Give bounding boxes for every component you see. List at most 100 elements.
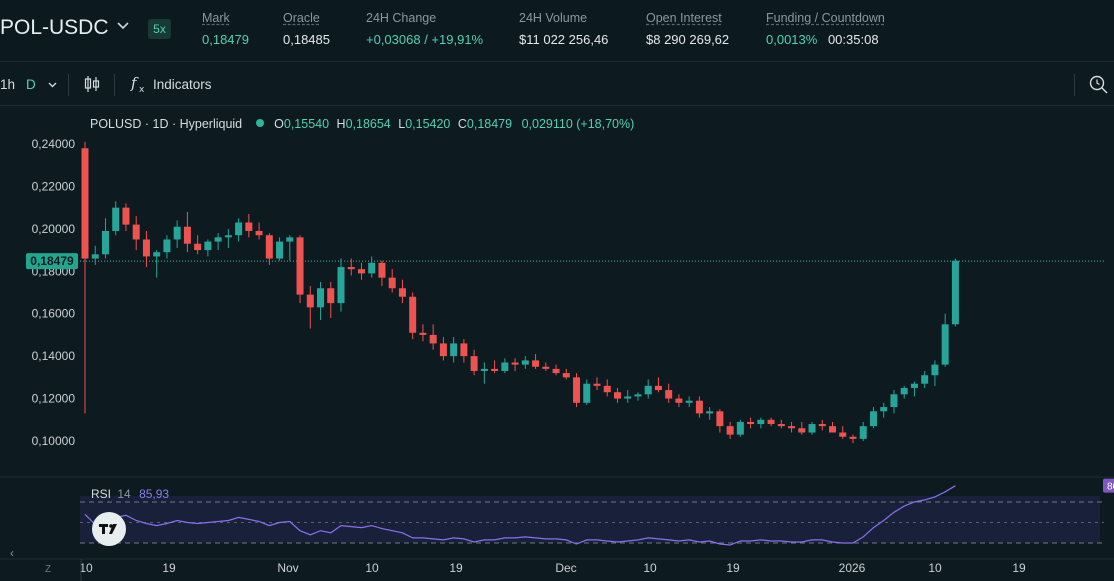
candle-body [101,230,109,255]
candle-body [122,207,130,225]
svg-text:f: f [130,74,139,92]
zoom-reset-icon[interactable] [1088,74,1108,97]
candle-body [491,368,499,371]
svg-text:x: x [139,85,145,94]
candle-body [81,148,89,259]
candle-body [265,235,273,259]
x-tick-label: Dec [555,561,576,575]
candle-body [470,356,478,371]
candle-body [409,296,417,333]
candle-body [767,419,775,425]
price-chart[interactable]: 0,240000,220000,200000,180000,160000,140… [0,106,1114,581]
candle-body [839,432,847,437]
candle-body [214,237,222,242]
rsi-value-tag: 86 [1107,482,1114,493]
candle-body [562,373,570,378]
candle-body [183,226,191,244]
candle-body [613,392,621,399]
toolbar-divider [114,74,115,96]
candle-body [388,277,396,289]
candle-body [818,424,826,427]
candle-body [644,385,652,395]
candle-body [583,383,591,403]
candle-body [788,426,796,429]
market-header: POL-USDC 5x Mark 0,18479 Oracle 0,18485 … [0,0,1114,62]
x-tick-label: 10 [928,561,942,575]
rsi-legend: RSI 14 85,93 [91,487,169,501]
toolbar-divider [68,74,69,96]
candle-body [224,235,232,238]
candle-style-icon[interactable] [84,75,100,96]
candle-body [368,262,376,274]
stat-24h-change: 24H Change +0,03068 / +19,91% [366,11,483,47]
scroll-left-icon[interactable]: ‹ [10,546,14,560]
candle-body [480,368,488,371]
stat-oracle: Oracle 0,18485 [283,11,330,47]
last-price-label: 0,18479 [30,254,74,268]
candle-body [869,411,877,427]
legend-low: 0,15420 [405,117,451,131]
stat-value: 0,18485 [283,32,330,47]
stat-label: Open Interest [646,11,722,25]
candle-body [849,436,857,439]
candle-body [951,260,959,325]
stat-label: 24H Change [366,11,437,25]
rsi-label: RSI [91,487,112,501]
tradingview-logo[interactable] [92,512,126,546]
candle-body [357,269,365,274]
candle-body [286,237,294,242]
legend-h-label: H [336,117,346,131]
candle-body [132,224,140,240]
x-tick-label: 19 [1012,561,1026,575]
candle-body [439,343,447,357]
candle-body [327,288,335,304]
candle-body [347,267,355,270]
legend-c-label: C [457,117,467,131]
candle-body [808,424,816,433]
indicators-fx-icon[interactable]: f x [130,74,148,97]
candle-body [245,222,253,231]
chart-legend: POLUSD · 1D · Hyperliquid O0,15540 H0,186… [90,117,634,131]
y-tick-label: 0,10000 [32,434,76,448]
candle-body [880,407,888,412]
candle-body [757,419,765,425]
candle-body [736,421,744,435]
x-tick-label: 10 [365,561,379,575]
candle-body [235,222,243,236]
y-tick-label: 0,14000 [32,349,76,363]
legend-high: 0,18654 [345,117,391,131]
x-tick-label: 19 [449,561,463,575]
candle-body [829,426,837,433]
indicators-button[interactable]: Indicators [153,77,212,92]
candle-body [173,226,181,240]
pair-name[interactable]: POL-USDC [0,16,109,40]
pair-selector-chevron-icon[interactable] [116,18,130,36]
candle-body [429,334,437,344]
stat-value: $8 290 269,62 [646,32,730,47]
candle-body [859,426,867,439]
candle-body [716,411,724,427]
candle-body [511,362,519,365]
candle-body [552,368,560,374]
candle-body [634,394,642,397]
candle-body [194,243,202,251]
interval-1h-button[interactable]: 1h [0,77,15,92]
timezone-icon[interactable]: Z [45,564,51,575]
stat-24h-volume: 24H Volume $11 022 256,46 [519,11,608,47]
candle-body [654,385,662,391]
candle-body [276,241,284,259]
leverage-badge[interactable]: 5x [148,19,171,39]
candle-body [501,362,509,371]
interval-chevron-icon[interactable] [47,78,58,93]
candle-body [521,360,529,365]
x-tick-label: Nov [277,561,298,575]
candle-body [798,428,806,433]
candle-body [573,377,581,403]
stat-value: 0,18479 [202,32,249,47]
stat-open-interest: Open Interest $8 290 269,62 [646,11,729,47]
candle-body [296,237,304,295]
interval-d-button[interactable]: D [26,77,36,92]
candle-body [603,385,611,393]
candle-body [163,239,171,253]
y-tick-label: 0,24000 [32,137,76,151]
